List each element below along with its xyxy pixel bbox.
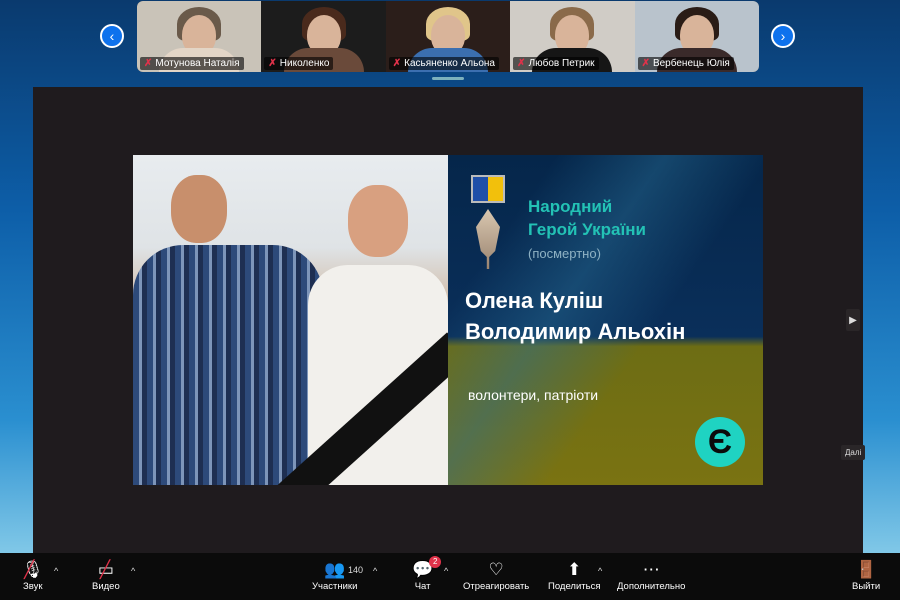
shared-slide: Народний Герой України (посмертно) Олена …	[133, 155, 763, 485]
chevron-right-icon: ›	[780, 28, 786, 44]
share-upload-icon: ⬆	[567, 560, 582, 579]
previous-page-button[interactable]: ‹	[100, 24, 124, 48]
participant-name-tag: ✗ Вербенець Юлія	[637, 57, 734, 70]
participant-tile[interactable]: ✗ Касьяненко Альона	[385, 1, 511, 72]
award-title: Народний Герой України	[528, 197, 646, 239]
play-arrow-button[interactable]: ▶	[846, 309, 860, 331]
participant-tile[interactable]: ✗ Вербенець Юлія	[634, 1, 759, 72]
meeting-toolbar: 🎙 ╱ Звук ^ ▭ ╱ Видео ^ 👥 Участники 140 ^ 💬 2 Ча…	[0, 553, 900, 600]
chevron-left-icon: ‹	[109, 28, 115, 44]
resize-handle[interactable]	[432, 77, 464, 80]
mic-muted-icon: ✗	[392, 58, 402, 69]
video-button[interactable]: ▭ ╱ Видео	[92, 559, 120, 592]
participant-name-tag: ✗ Мотунова Наталія	[140, 57, 244, 70]
memorial-photo	[133, 155, 470, 485]
mic-muted-icon: 🎙 ╱	[22, 560, 44, 579]
chat-options-caret[interactable]: ^	[444, 566, 448, 576]
medal-icon	[471, 175, 505, 280]
chat-icon: 💬 2	[412, 556, 442, 581]
share-options-caret[interactable]: ^	[598, 566, 602, 576]
mic-muted-icon: ✗	[641, 58, 650, 69]
participants-count: 140	[348, 565, 364, 575]
react-button[interactable]: ♡ Отреагировать	[463, 559, 529, 592]
participants-icon: 👥	[324, 560, 346, 579]
more-button[interactable]: ⋯ Дополнительно	[617, 559, 685, 592]
leave-button[interactable]: 🚪 Выйти	[852, 559, 880, 592]
participant-tile[interactable]: ✗ Мотунова Наталія	[137, 1, 262, 72]
hero-names: Олена Куліш Володимир Альохін	[465, 288, 686, 344]
exit-door-icon: 🚪	[855, 560, 877, 579]
audio-options-caret[interactable]: ^	[54, 566, 58, 576]
participant-name-tag: ✗ Любов Петрик	[513, 57, 599, 70]
channel-logo-icon: .Є	[695, 417, 745, 467]
next-page-button[interactable]: ›	[771, 24, 795, 48]
chat-badge: 2	[429, 556, 442, 568]
more-dots-icon: ⋯	[642, 560, 660, 579]
participant-tile[interactable]: ✗ Любов Петрик	[510, 1, 635, 72]
participant-gallery-strip: ✗ Мотунова Наталія ✗ Николенко ✗ Касьяненко…	[137, 1, 759, 72]
audio-button[interactable]: 🎙 ╱ Звук	[22, 559, 44, 592]
participant-name-tag: ✗ Касьяненко Альона	[388, 57, 499, 70]
mic-muted-icon: ✗	[268, 58, 277, 69]
heart-icon: ♡	[488, 560, 504, 579]
hero-card: Народний Герой України (посмертно) Олена …	[448, 155, 763, 485]
participant-name-tag: ✗ Николенко	[264, 57, 334, 70]
mic-muted-icon: ✗	[517, 58, 526, 69]
hero-roles: волонтери, патріоти	[468, 387, 599, 403]
participant-tile[interactable]: ✗ Николенко	[261, 1, 386, 72]
next-button[interactable]: Далі	[841, 445, 866, 460]
participants-button[interactable]: 👥 Участники	[312, 559, 357, 592]
video-off-icon: ▭ ╱	[97, 560, 114, 579]
shared-screen: Народний Герой України (посмертно) Олена …	[33, 87, 866, 553]
participants-options-caret[interactable]: ^	[373, 566, 377, 576]
share-screen-button[interactable]: ⬆ Поделиться	[548, 559, 600, 592]
chat-button[interactable]: 💬 2 Чат	[412, 556, 442, 592]
award-note: (посмертно)	[528, 246, 601, 261]
video-options-caret[interactable]: ^	[131, 566, 135, 576]
mic-muted-icon: ✗	[144, 58, 153, 69]
